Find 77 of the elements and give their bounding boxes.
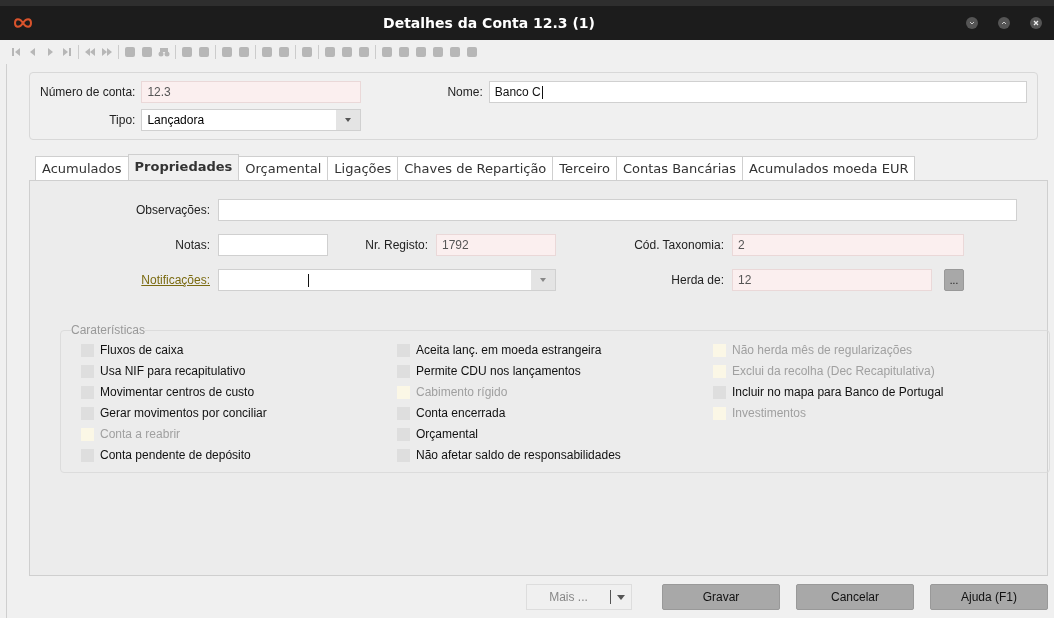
field-label: Nr. Registo:	[364, 238, 428, 252]
checkbox[interactable]: Fluxos de caixa	[81, 343, 397, 357]
checkbox[interactable]: Conta pendente de depósito	[81, 448, 397, 462]
toolbar-glyph-icon[interactable]	[198, 46, 210, 58]
toolbar-glyph-icon[interactable]	[124, 46, 136, 58]
type-dropdown[interactable]: Lançadora	[141, 109, 362, 131]
tab[interactable]: Acumulados	[35, 156, 129, 180]
browse-button[interactable]: ...	[944, 269, 964, 291]
text-cursor	[541, 86, 543, 100]
toolbar-glyph-icon[interactable]	[466, 46, 478, 58]
checkbox[interactable]: Gerar movimentos por conciliar	[81, 406, 397, 420]
caret-icon	[540, 278, 546, 282]
field-label: Herda de:	[670, 273, 724, 287]
caret-icon	[345, 118, 352, 122]
toolbar-glyph-icon[interactable]	[301, 46, 313, 58]
toolbar-glyph-icon[interactable]	[278, 46, 290, 58]
binoculars-icon[interactable]	[158, 46, 170, 58]
field-label: Observações:	[134, 203, 210, 217]
tab[interactable]: Orçamental	[238, 156, 329, 180]
observations-field[interactable]	[218, 199, 1017, 221]
caret-icon	[617, 594, 625, 600]
action-button[interactable]: Ajuda (F1)	[930, 584, 1048, 610]
registry-number-field[interactable]: 1792	[436, 234, 556, 256]
fast-forward-icon[interactable]	[101, 46, 113, 58]
toolbar-glyph-icon[interactable]	[432, 46, 444, 58]
tab[interactable]: Contas Bancárias	[615, 156, 744, 180]
notifications-link[interactable]: Notificações:	[60, 273, 210, 287]
toolbar-glyph-icon[interactable]	[238, 46, 250, 58]
checkbox[interactable]: Aceita lanç. em moeda estrangeira	[397, 343, 713, 357]
rewind-icon[interactable]	[84, 46, 96, 58]
account-number-field[interactable]: 12.3	[141, 81, 362, 103]
toolbar-glyph-icon[interactable]	[221, 46, 233, 58]
action-button[interactable]: Cancelar	[796, 584, 914, 610]
checkbox[interactable]: Usa NIF para recapitulativo	[81, 364, 397, 378]
tab[interactable]: Terceiro	[552, 156, 617, 180]
tab[interactable]: Acumulados moeda EUR	[742, 156, 916, 180]
skip-first-icon[interactable]	[10, 46, 22, 58]
field-label: Tipo:	[108, 113, 136, 127]
toolbar-glyph-icon[interactable]	[261, 46, 273, 58]
field-label: Nome:	[447, 85, 483, 99]
toolbar-glyph-icon[interactable]	[358, 46, 370, 58]
toolbar-glyph-icon[interactable]	[449, 46, 461, 58]
inherits-from-field[interactable]: 12	[732, 269, 932, 291]
maximize-button[interactable]	[998, 17, 1010, 29]
name-field[interactable]: Banco C	[488, 81, 1027, 103]
chevron-down-icon	[969, 20, 975, 26]
close-icon	[1033, 20, 1039, 26]
checkbox[interactable]: Incluir no mapa para Banco de Portugal	[713, 385, 1029, 399]
toolbar-glyph-icon[interactable]	[341, 46, 353, 58]
field-label: Notas:	[174, 238, 210, 252]
toolbar-glyph-icon[interactable]	[181, 46, 193, 58]
tab[interactable]: Ligações	[327, 156, 399, 180]
tab[interactable]: Chaves de Repartição	[397, 156, 554, 180]
window-title: Detalhes da Conta 12.3 (1)	[382, 15, 596, 31]
taxonomy-code-field[interactable]: 2	[732, 234, 964, 256]
group-title: Caraterísticas	[71, 323, 146, 337]
skip-last-icon[interactable]	[61, 46, 73, 58]
notifications-dropdown[interactable]	[218, 269, 556, 291]
action-button[interactable]: Gravar	[662, 584, 780, 610]
close-button[interactable]	[1030, 17, 1042, 29]
checkbox[interactable]: Não afetar saldo de responsabilidades	[397, 448, 713, 462]
chevron-up-icon	[1001, 20, 1007, 26]
toolbar-glyph-icon[interactable]	[381, 46, 393, 58]
field-label: Número de conta:	[40, 85, 136, 99]
toolbar-glyph-icon[interactable]	[141, 46, 153, 58]
notes-field[interactable]	[218, 234, 328, 256]
infinity-logo-icon	[14, 18, 32, 28]
toolbar-glyph-icon[interactable]	[415, 46, 427, 58]
minimize-button[interactable]	[966, 17, 978, 29]
toolbar-glyph-icon[interactable]	[398, 46, 410, 58]
toolbar-glyph-icon[interactable]	[324, 46, 336, 58]
checkbox[interactable]: Orçamental	[397, 427, 713, 441]
checkbox[interactable]: Permite CDU nos lançamentos	[397, 364, 713, 378]
checkbox[interactable]: Conta encerrada	[397, 406, 713, 420]
text-cursor	[308, 274, 309, 288]
field-label: Cód. Taxonomia:	[633, 238, 724, 252]
checkbox[interactable]: Movimentar centros de custo	[81, 385, 397, 399]
